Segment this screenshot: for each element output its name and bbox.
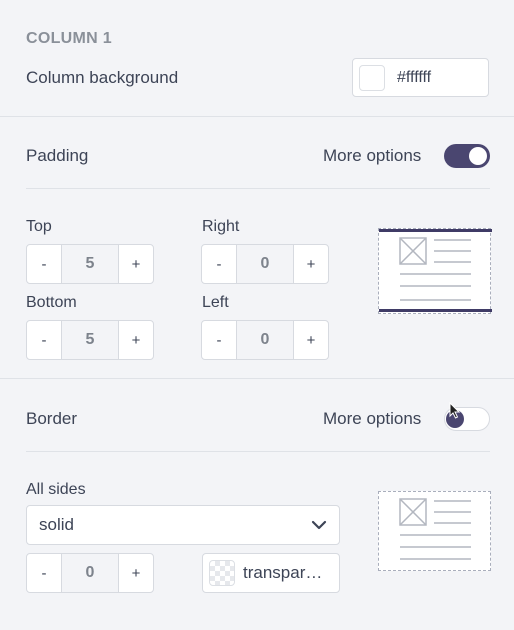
border-more-options-label: More options — [323, 409, 422, 428]
column-background-label: Column background — [26, 68, 179, 87]
padding-bottom-label: Bottom — [26, 294, 77, 311]
padding-right-stepper: - 0 + — [201, 244, 329, 284]
section-divider — [0, 116, 514, 117]
padding-top-increment-button[interactable]: + — [118, 244, 154, 284]
padding-bottom-increment-button[interactable]: + — [118, 320, 154, 360]
padding-top-stepper: - 5 + — [26, 244, 154, 284]
color-value: #ffffff — [397, 68, 432, 86]
padding-left-label: Left — [202, 294, 229, 311]
subsection-divider — [26, 451, 490, 452]
border-label: Border — [26, 409, 78, 428]
section-divider — [0, 378, 514, 379]
border-preview — [378, 491, 491, 571]
padding-right-decrement-button[interactable]: - — [201, 244, 237, 284]
color-swatch[interactable] — [359, 64, 385, 91]
border-style-select[interactable]: solid — [26, 505, 340, 545]
border-color-value: transpar… — [243, 563, 323, 582]
chevron-down-icon — [311, 520, 327, 530]
padding-top-label: Top — [26, 218, 52, 235]
toggle-knob — [469, 147, 487, 165]
column-background-color-field[interactable]: #ffffff — [352, 58, 489, 97]
padding-left-value[interactable]: 0 — [237, 320, 293, 360]
subsection-divider — [26, 188, 490, 189]
padding-left-increment-button[interactable]: + — [293, 320, 329, 360]
content-preview-icon — [379, 229, 492, 312]
border-style-value: solid — [39, 515, 74, 534]
padding-right-increment-button[interactable]: + — [293, 244, 329, 284]
transparent-swatch[interactable] — [209, 560, 235, 586]
padding-more-options-label: More options — [323, 146, 422, 165]
column-heading: COLUMN 1 — [26, 30, 112, 47]
padding-preview — [378, 228, 492, 314]
padding-right-label: Right — [202, 218, 240, 235]
padding-left-decrement-button[interactable]: - — [201, 320, 237, 360]
border-color-field[interactable]: transpar… — [202, 553, 340, 593]
padding-top-value[interactable]: 5 — [62, 244, 118, 284]
border-width-stepper: - 0 + — [26, 553, 154, 593]
padding-top-decrement-button[interactable]: - — [26, 244, 62, 284]
padding-bottom-decrement-button[interactable]: - — [26, 320, 62, 360]
padding-label: Padding — [26, 146, 89, 165]
padding-bottom-value[interactable]: 5 — [62, 320, 118, 360]
border-width-value[interactable]: 0 — [62, 553, 118, 593]
mouse-cursor-icon — [449, 402, 461, 419]
all-sides-label: All sides — [26, 481, 86, 498]
padding-right-value[interactable]: 0 — [237, 244, 293, 284]
padding-bottom-stepper: - 5 + — [26, 320, 154, 360]
border-width-decrement-button[interactable]: - — [26, 553, 62, 593]
padding-more-options-toggle[interactable] — [444, 144, 490, 168]
content-preview-icon — [399, 498, 471, 560]
padding-left-stepper: - 0 + — [201, 320, 329, 360]
border-width-increment-button[interactable]: + — [118, 553, 154, 593]
